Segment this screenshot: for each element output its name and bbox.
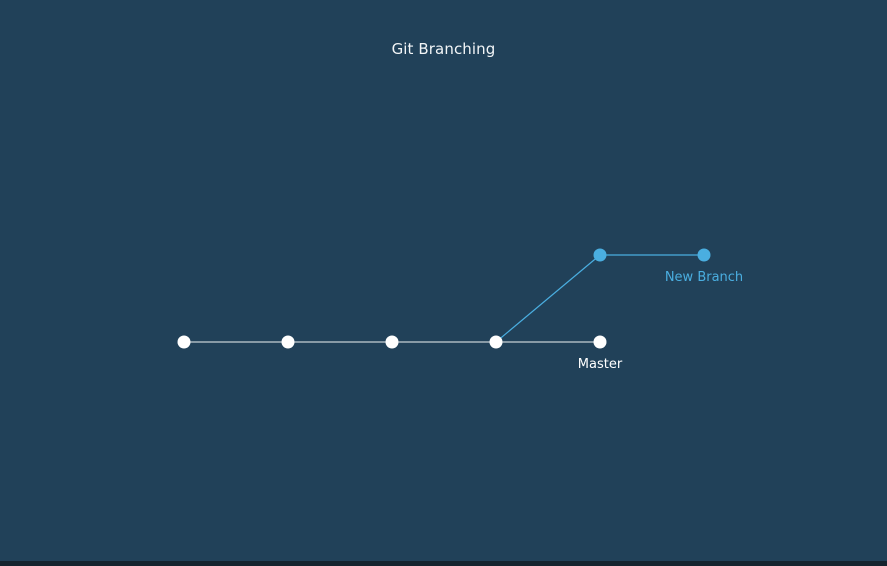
- branch-commit-node: [593, 248, 607, 262]
- branch-labels: Master New Branch: [578, 270, 743, 372]
- master-commit-node: [281, 335, 295, 349]
- master-commit-node: [593, 335, 607, 349]
- branch-commit-node: [697, 248, 711, 262]
- branch-fork-connector: [495, 254, 601, 343]
- git-branch-diagram: Master New Branch: [177, 248, 743, 372]
- commit-nodes: [177, 248, 711, 349]
- master-branch-label: Master: [578, 357, 623, 372]
- diagram-canvas: Git Branching Master New Branch: [0, 0, 887, 566]
- bottom-bar: [0, 561, 887, 566]
- new-branch-label: New Branch: [665, 270, 743, 285]
- master-commit-node: [177, 335, 191, 349]
- master-commit-node: [385, 335, 399, 349]
- connector-lines: [184, 254, 704, 343]
- master-commit-node: [489, 335, 503, 349]
